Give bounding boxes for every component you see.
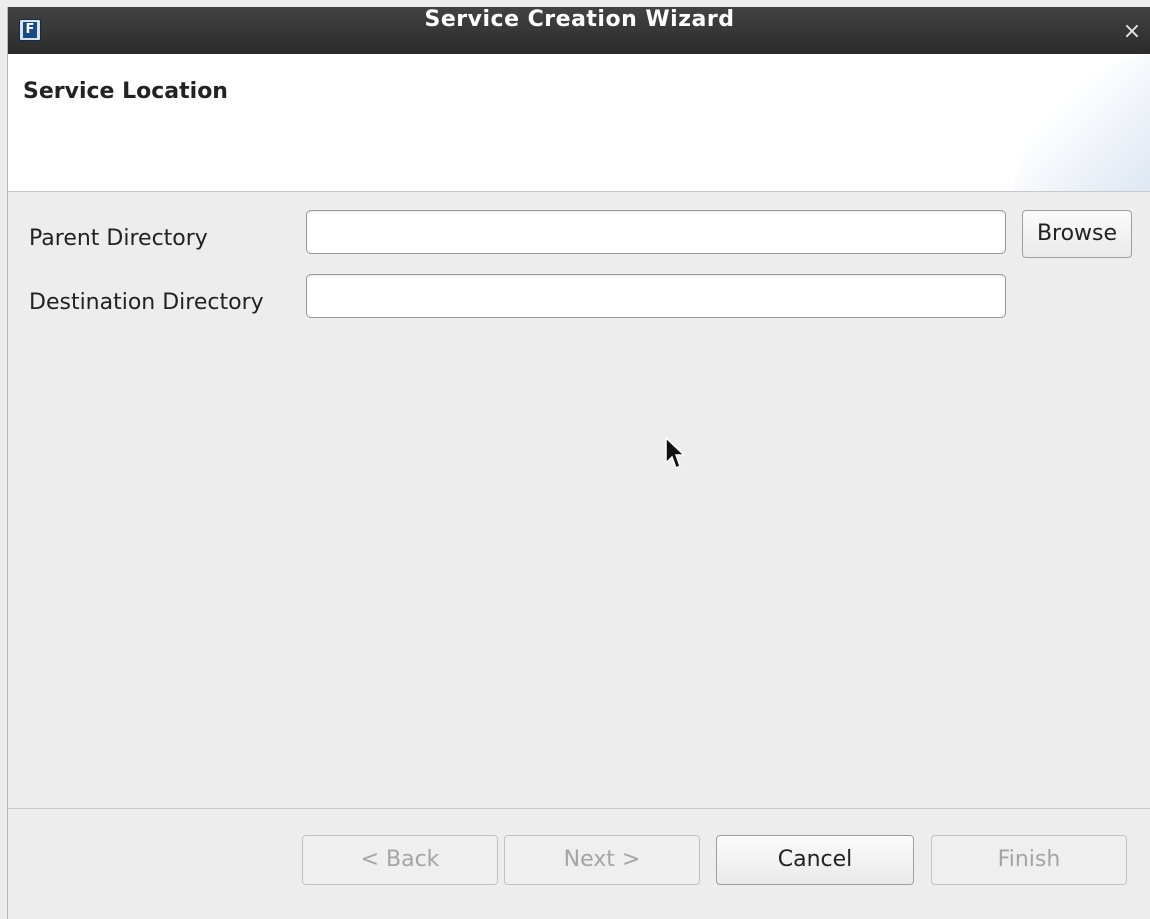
page-title: Service Location: [23, 79, 228, 104]
mouse-pointer-icon: [665, 437, 686, 470]
banner-decoration: [1011, 54, 1150, 191]
header-banner: Service Location: [8, 54, 1150, 192]
title-bar[interactable]: F Service Creation Wizard ×: [8, 7, 1150, 54]
back-button[interactable]: < Back: [302, 835, 498, 885]
destination-directory-label: Destination Directory: [29, 290, 264, 315]
wizard-window: F Service Creation Wizard × Service Loca…: [7, 7, 1150, 919]
cancel-button[interactable]: Cancel: [716, 835, 914, 885]
footer-divider: [8, 808, 1150, 809]
destination-directory-input[interactable]: [306, 274, 1006, 318]
parent-directory-input[interactable]: [306, 210, 1006, 254]
window-title: Service Creation Wizard: [424, 7, 735, 32]
next-button[interactable]: Next >: [504, 835, 700, 885]
finish-button[interactable]: Finish: [931, 835, 1127, 885]
close-icon[interactable]: ×: [1121, 21, 1143, 43]
parent-directory-label: Parent Directory: [29, 226, 208, 251]
browse-button[interactable]: Browse: [1022, 210, 1132, 258]
